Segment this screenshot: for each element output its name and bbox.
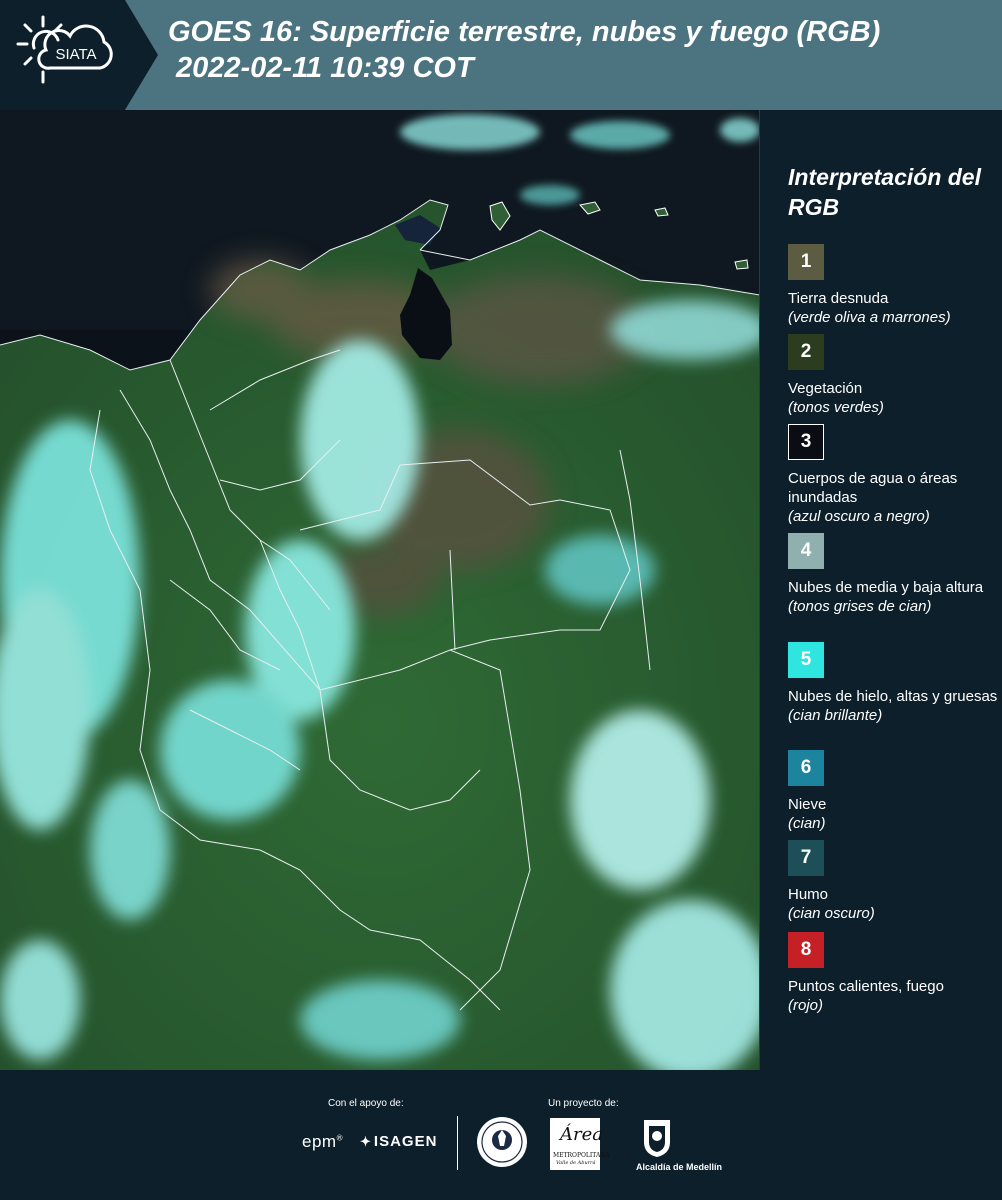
alcaldia-shield-icon[interactable] — [642, 1118, 672, 1158]
legend-swatch-4: 4 — [788, 533, 824, 569]
legend-panel: Interpretación del RGB 1 Tierra desnuda … — [760, 110, 1002, 1070]
legend-sub-6: (cian) — [788, 815, 826, 832]
legend-label-6: Nieve — [788, 796, 827, 813]
legend-label-3: Cuerpos de agua o áreas inundadas — [788, 470, 958, 506]
isagen-logo-text: ISAGEN — [373, 1133, 438, 1150]
legend-item-fire: 8 Puntos calientes, fuego (rojo) — [788, 932, 1000, 1015]
siata-logo-text: SIATA — [55, 46, 96, 63]
page-title: GOES 16: Superficie terrestre, nubes y f… — [168, 14, 998, 86]
legend-item-vegetation: 2 Vegetación (tonos verdes) — [788, 334, 1000, 417]
epm-logo-text: epm — [302, 1132, 337, 1151]
project-label: Un proyecto de: — [548, 1098, 619, 1109]
legend-title: Interpretación del RGB — [788, 164, 981, 220]
legend-sub-5: (cian brillante) — [788, 707, 883, 724]
legend-swatch-3: 3 — [788, 424, 824, 460]
legend-item-smoke: 7 Humo (cian oscuro) — [788, 840, 1000, 923]
legend-swatch-8: 8 — [788, 932, 824, 968]
legend-item-ice-clouds: 5 Nubes de hielo, altas y gruesas (cian … — [788, 642, 1000, 725]
legend-label-5: Nubes de hielo, altas y gruesas — [788, 688, 998, 705]
legend-label-8: Puntos calientes, fuego — [788, 978, 944, 995]
legend-swatch-5: 5 — [788, 642, 824, 678]
legend-swatch-1: 1 — [788, 244, 824, 280]
area-logo-sub2: Valle de Aburrá — [556, 1160, 596, 1166]
epm-logo[interactable]: epm® — [302, 1132, 343, 1152]
legend-swatch-6: 6 — [788, 750, 824, 786]
legend-sub-1: (verde oliva a marrones) — [788, 309, 951, 326]
title-datetime: 2022-02-11 10:39 COT — [176, 52, 474, 84]
seal-logo[interactable] — [476, 1116, 528, 1168]
legend-swatch-2: 2 — [788, 334, 824, 370]
legend-sub-4: (tonos grises de cian) — [788, 598, 932, 615]
area-logo-sub: METROPOLITANA — [553, 1152, 610, 1159]
isagen-logo[interactable]: ✦ ISAGEN — [360, 1133, 437, 1150]
footer: Con el apoyo de: Un proyecto de: epm® ✦ I… — [0, 1070, 1002, 1200]
legend-sub-8: (rojo) — [788, 997, 824, 1014]
alcaldia-label: Alcaldía de Medellín — [636, 1162, 723, 1172]
siata-logo[interactable]: SIATA — [0, 0, 160, 110]
legend-label-2: Vegetación — [788, 380, 863, 397]
legend-sub-2: (tonos verdes) — [788, 399, 884, 416]
legend-sub-7: (cian oscuro) — [788, 905, 875, 922]
legend-label-4: Nubes de media y baja altura — [788, 579, 984, 596]
satellite-map[interactable] — [0, 110, 760, 1070]
legend-label-1: Tierra desnuda — [788, 290, 889, 307]
legend-item-snow: 6 Nieve (cian) — [788, 750, 1000, 833]
isagen-icon: ✦ — [360, 1134, 372, 1149]
header: SIATA GOES 16: Superficie terrestre, nub… — [0, 0, 1002, 110]
footer-divider — [457, 1116, 458, 1170]
legend-item-low-clouds: 4 Nubes de media y baja altura (tonos gr… — [788, 533, 1000, 616]
legend-swatch-7: 7 — [788, 840, 824, 876]
legend-item-water: 3 Cuerpos de agua o áreas inundadas (azu… — [788, 424, 1000, 526]
area-metropolitana-logo[interactable]: Área METROPOLITANA Valle de Aburrá — [550, 1118, 610, 1170]
support-label: Con el apoyo de: — [328, 1098, 404, 1109]
legend-item-bare-land: 1 Tierra desnuda (verde oliva a marrones… — [788, 244, 1000, 327]
title-main: GOES 16: Superficie terrestre, nubes y f… — [168, 16, 881, 48]
area-logo-text: Área — [560, 1124, 603, 1145]
legend-label-7: Humo — [788, 886, 829, 903]
legend-sub-3: (azul oscuro a negro) — [788, 508, 930, 525]
